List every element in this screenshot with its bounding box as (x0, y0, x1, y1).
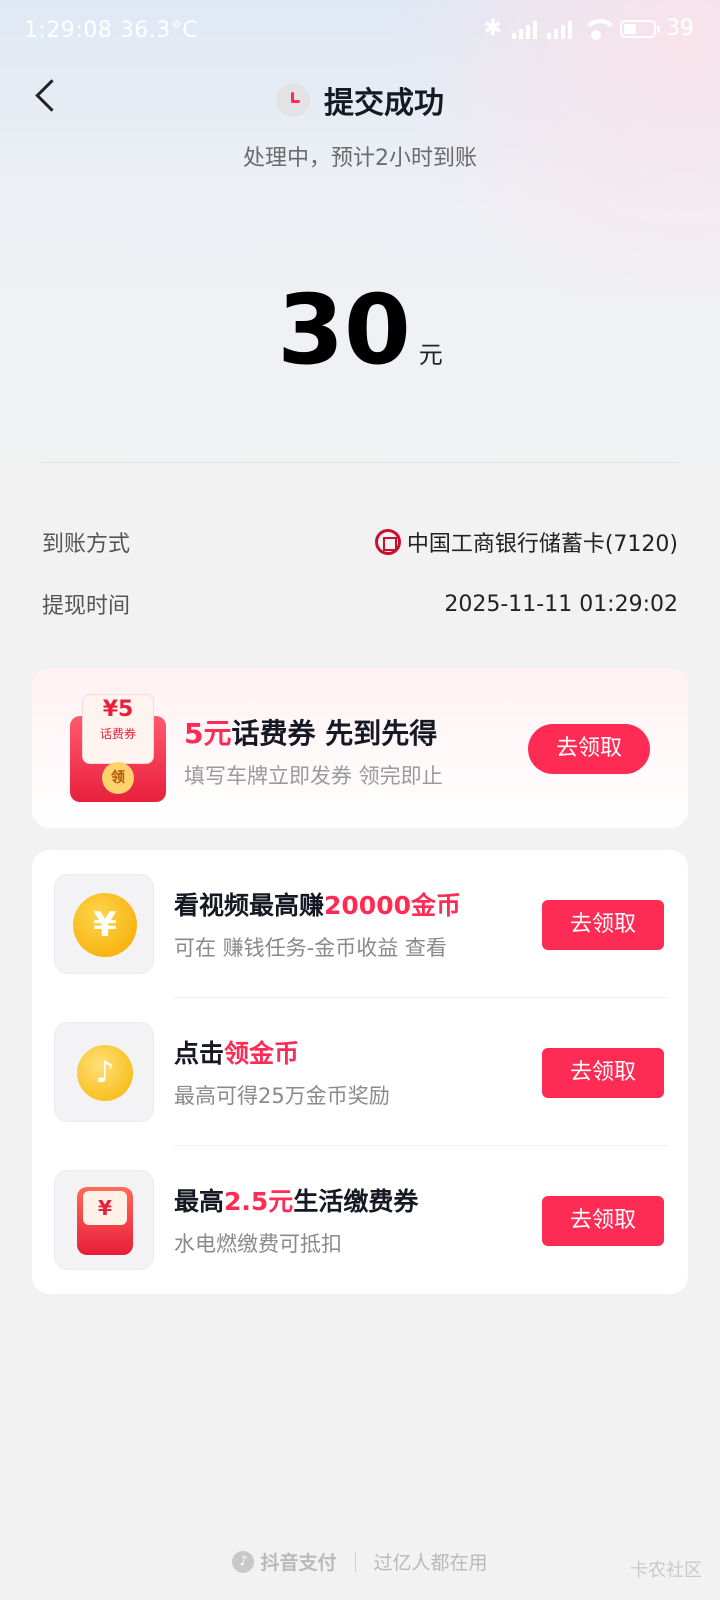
footer-slogan: 过亿人都在用 (373, 1552, 488, 1574)
wifi-icon (582, 19, 610, 40)
bank-account-text: 中国工商银行储蓄卡(7120) (406, 532, 678, 557)
signal-icon (512, 19, 537, 39)
task-thumb: ¥ (54, 874, 154, 974)
douyin-coin-icon: ♪ (77, 1045, 133, 1101)
envelope-card: ¥5 话费券 (82, 694, 154, 764)
task-title-highlight: 2.5元 (224, 1187, 294, 1216)
status-icons: ✱ 39 (484, 16, 694, 41)
promo-subtitle: 填写车牌立即发券 领完即止 (184, 764, 443, 788)
status-subtitle: 处理中，预计2小时到账 (243, 146, 477, 171)
amount-unit: 元 (418, 341, 443, 369)
task-title-prefix: 看视频最高赚 (174, 891, 325, 920)
promo-title-rest: 话费券 先到先得 (231, 717, 438, 750)
status-time: 1:29:08 36.3°C (24, 18, 198, 43)
envelope-coin: 领 (102, 762, 134, 794)
detail-value: 中国工商银行储蓄卡(7120) (374, 526, 678, 558)
promo-card[interactable]: ¥5 话费券 领 5元话费券 先到先得 填写车牌立即发券 领完即止 去领取 (32, 668, 688, 828)
amount-display: 30 元 (0, 282, 720, 378)
task-item-utility-coupon[interactable]: ¥ 最高2.5元生活缴费券 水电燃缴费可抵扣 去领取 (32, 1146, 688, 1294)
footer-brand: ♪ 抖音支付 (232, 1548, 337, 1575)
footer-divider (354, 1551, 356, 1572)
task-title-prefix: 点击 (174, 1039, 225, 1068)
task-title: 点击领金币 (174, 1034, 299, 1070)
bluetooth-icon: ✱ (483, 16, 502, 41)
battery-level: 39 (666, 16, 694, 41)
red-envelope-icon: ¥5 话费券 领 (70, 694, 166, 802)
task-desc: 水电燃缴费可抵扣 (174, 1232, 342, 1256)
footer-brand-text: 抖音支付 (260, 1552, 337, 1574)
amount-value: 30 (277, 274, 411, 386)
task-claim-button[interactable]: 去领取 (542, 900, 664, 950)
yen-coin-icon: ¥ (73, 893, 137, 957)
douyin-logo-icon: ♪ (232, 1550, 255, 1573)
envelope-amount: ¥5 (102, 697, 134, 722)
task-thumb: ♪ (54, 1022, 154, 1122)
task-claim-button[interactable]: 去领取 (542, 1196, 664, 1246)
clock-icon (276, 83, 310, 117)
task-claim-button[interactable]: 去领取 (542, 1048, 664, 1098)
battery-icon (620, 19, 660, 38)
task-item-claim-coins[interactable]: ♪ 点击领金币 最高可得25万金币奖励 去领取 (32, 998, 688, 1146)
task-title-prefix: 最高 (174, 1187, 225, 1216)
promo-title-highlight: 5元 (184, 717, 232, 750)
detail-value: 2025-11-11 01:29:02 (444, 591, 678, 617)
title-bar: 提交成功 (0, 78, 720, 122)
envelope-label: 话费券 (99, 727, 136, 741)
detail-row-method: 到账方式 中国工商银行储蓄卡(7120) (42, 526, 678, 558)
footer: ♪ 抖音支付 过亿人都在用 (0, 1548, 720, 1575)
divider (42, 462, 678, 463)
task-title: 最高2.5元生活缴费券 (174, 1182, 418, 1218)
task-desc: 可在 赚钱任务-金币收益 查看 (174, 936, 447, 960)
promo-claim-button[interactable]: 去领取 (528, 724, 650, 774)
page-title: 提交成功 (324, 86, 444, 121)
status-bar: 1:29:08 36.3°C ✱ 39 (0, 0, 720, 64)
red-packet-icon: ¥ (77, 1187, 133, 1255)
signal-icon-2 (547, 19, 572, 39)
task-thumb: ¥ (54, 1170, 154, 1270)
task-title: 看视频最高赚20000金币 (174, 886, 461, 922)
temperature-text: 36.3°C (119, 18, 199, 43)
icbc-bank-icon (374, 529, 401, 555)
promo-title: 5元话费券 先到先得 (184, 712, 437, 752)
task-list-card: ¥ 看视频最高赚20000金币 可在 赚钱任务-金币收益 查看 去领取 ♪ 点击… (32, 850, 688, 1294)
task-desc: 最高可得25万金币奖励 (174, 1084, 390, 1108)
task-title-highlight: 20000金币 (324, 891, 461, 920)
task-item-video-coins[interactable]: ¥ 看视频最高赚20000金币 可在 赚钱任务-金币收益 查看 去领取 (32, 850, 688, 998)
detail-label: 提现时间 (42, 594, 131, 619)
task-title-highlight: 领金币 (224, 1039, 300, 1068)
clock-text: 1:29:08 (24, 18, 113, 43)
detail-row-time: 提现时间 2025-11-11 01:29:02 (42, 588, 678, 620)
watermark: 卡农社区 (630, 1560, 702, 1581)
task-title-suffix: 生活缴费券 (293, 1187, 419, 1216)
detail-label: 到账方式 (42, 532, 131, 557)
